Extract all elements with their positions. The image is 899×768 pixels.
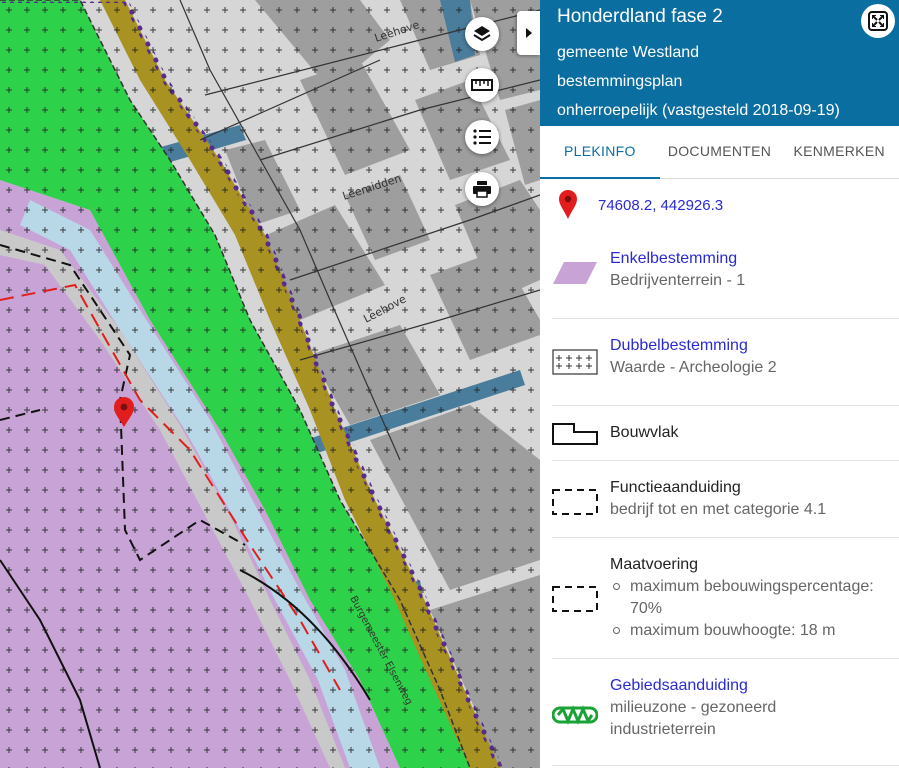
map-canvas[interactable]: Leehove Leemidden Leehove Burgemeester E…	[0, 0, 540, 768]
list-item-gebiedsaanduiding: Gebiedsaanduiding milieuzone - gezoneerd…	[552, 675, 899, 766]
item-title: Functieaanduiding	[610, 479, 741, 496]
info-panel: Honderdland fase 2 gemeente Westland bes…	[540, 0, 899, 768]
plan-municipality: gemeente Westland	[557, 44, 700, 61]
measure-ruler-icon	[471, 79, 493, 91]
tab-kenmerken[interactable]: KENMERKEN	[779, 126, 899, 178]
legend-button[interactable]	[465, 120, 499, 154]
layers-icon	[473, 26, 491, 42]
fullscreen-button[interactable]	[861, 4, 895, 38]
tab-plekinfo[interactable]: PLEKINFO	[540, 126, 660, 179]
building-outline-icon	[552, 423, 598, 445]
bullet-item: maximum bouwhoogte: 18 m	[610, 620, 899, 642]
plan-status: onherroepelijk (vastgesteld 2018-09-19)	[557, 102, 840, 119]
purple-parallelogram-icon	[553, 262, 597, 284]
layers-button[interactable]	[465, 17, 499, 51]
dashed-box-icon	[552, 586, 598, 612]
print-icon	[473, 181, 491, 198]
item-title[interactable]: Dubbelbestemming	[610, 335, 777, 357]
location-row: 74608.2, 442926.3	[558, 190, 723, 220]
fullscreen-icon	[868, 11, 888, 31]
location-coordinates[interactable]: 74608.2, 442926.3	[598, 197, 723, 214]
panel-tabs: PLEKINFO DOCUMENTEN KENMERKEN	[540, 126, 899, 179]
plan-title: Honderdland fase 2	[557, 6, 723, 27]
measure-button[interactable]	[465, 68, 499, 102]
green-zigzag-icon	[552, 705, 598, 725]
item-title[interactable]: Enkelbestemming	[610, 248, 745, 270]
item-subtitle: milieuzone - gezoneerd industrieterrein	[610, 699, 777, 738]
list-item-enkelbestemming: Enkelbestemming Bedrijventerrein - 1	[552, 248, 899, 319]
item-subtitle: bedrijf tot en met categorie 4.1	[610, 501, 827, 518]
tab-documenten[interactable]: DOCUMENTEN	[660, 126, 780, 178]
list-item-dubbelbestemming: Dubbelbestemming Waarde - Archeologie 2	[552, 335, 899, 406]
item-subtitle: Waarde - Archeologie 2	[610, 359, 777, 376]
item-title: Maatvoering	[610, 556, 699, 573]
map-marker-icon	[559, 190, 577, 219]
print-button[interactable]	[465, 172, 499, 206]
panel-header: Honderdland fase 2 gemeente Westland bes…	[540, 0, 899, 126]
dashed-box-icon	[552, 489, 598, 515]
bullet-item: maximum bebouwingspercentage: 70%	[610, 576, 899, 620]
chevron-right-icon	[525, 28, 532, 38]
item-bullets: maximum bebouwingspercentage: 70% maximu…	[610, 576, 899, 642]
item-subtitle: Bedrijventerrein - 1	[610, 272, 746, 289]
cross-hatch-box-icon	[552, 349, 598, 375]
list-item-functieaanduiding: Functieaanduiding bedrijf tot en met cat…	[552, 477, 899, 538]
collapse-panel-button[interactable]	[517, 11, 540, 55]
list-item-maatvoering: Maatvoering maximum bebouwingspercentage…	[552, 554, 899, 659]
archeologie-hatch	[0, 0, 540, 768]
map-view[interactable]: Leehove Leemidden Leehove Burgemeester E…	[0, 0, 540, 768]
item-title: Bouwvlak	[610, 424, 679, 441]
legend-list-icon	[473, 129, 491, 145]
list-item-bouwvlak: Bouwvlak	[552, 422, 899, 461]
plan-type: bestemmingsplan	[557, 73, 683, 90]
item-title[interactable]: Gebiedsaanduiding	[610, 675, 860, 697]
